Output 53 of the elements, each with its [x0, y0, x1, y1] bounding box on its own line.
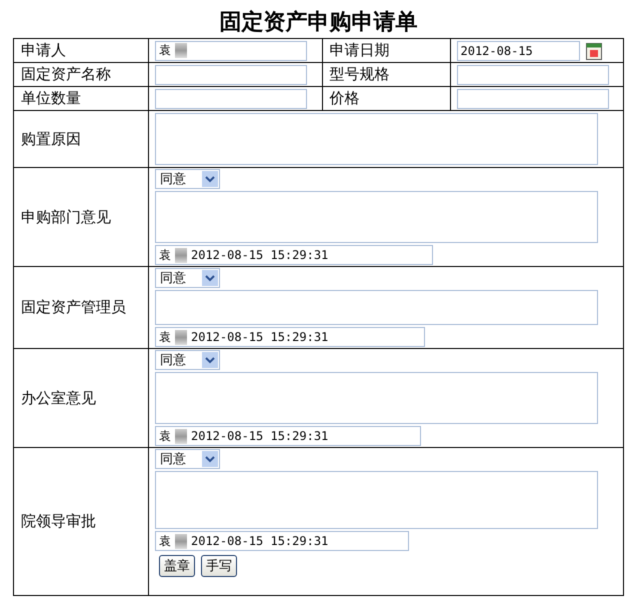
chevron-icon — [202, 171, 218, 187]
input-field[interactable] — [456, 64, 608, 84]
reason-field[interactable] — [155, 113, 598, 165]
sign-time: 2012-08-15 15:29:31 — [191, 330, 328, 344]
comment-field[interactable] — [155, 471, 598, 529]
signer-name: 袁 — [159, 532, 171, 550]
comment-field[interactable] — [155, 290, 598, 325]
sign-time: 2012-08-15 15:29:31 — [191, 534, 328, 548]
field-label: 购置原因 — [14, 110, 148, 168]
field-value: 2012-08-15 — [460, 44, 533, 58]
comment-field[interactable] — [155, 372, 598, 424]
opinion-dropdown[interactable]: 同意 — [155, 169, 220, 189]
field-label: 申购部门意见 — [14, 168, 148, 266]
input-field[interactable]: 2012-08-15 — [456, 40, 580, 60]
redaction-mark — [175, 534, 187, 548]
opinion-dropdown[interactable]: 同意 — [155, 449, 220, 469]
comment-field[interactable] — [155, 191, 598, 243]
field-value: 袁 — [159, 42, 171, 59]
input-field[interactable] — [456, 88, 608, 108]
opinion-dropdown[interactable]: 同意 — [155, 268, 220, 288]
redaction-mark — [175, 43, 187, 58]
field-label: 申请人 — [14, 38, 148, 62]
input-field[interactable] — [155, 64, 307, 84]
form-title: 固定资产申购申请单 — [218, 8, 418, 36]
action-button[interactable]: 盖章 — [159, 555, 195, 577]
signer-name: 袁 — [159, 246, 171, 264]
calendar-icon[interactable] — [586, 42, 602, 60]
signer-name: 袁 — [159, 328, 171, 346]
input-field[interactable] — [155, 88, 307, 108]
signature-field[interactable]: 袁 2012-08-15 15:29:31 — [155, 327, 425, 347]
signature-field[interactable]: 袁 2012-08-15 15:29:31 — [155, 426, 421, 446]
field-label: 院领导审批 — [14, 448, 148, 596]
chevron-icon — [202, 270, 218, 286]
sign-time: 2012-08-15 15:29:31 — [191, 429, 328, 443]
redaction-mark — [175, 428, 187, 444]
action-button[interactable]: 手写 — [201, 555, 237, 577]
field-label: 办公室意见 — [14, 348, 148, 448]
signature-field[interactable]: 袁 2012-08-15 15:29:31 — [155, 245, 433, 265]
chevron-icon — [202, 451, 218, 467]
redaction-mark — [175, 330, 187, 344]
opinion-dropdown[interactable]: 同意 — [155, 350, 220, 370]
field-label: 单位数量 — [14, 86, 148, 110]
field-label: 价格 — [322, 86, 450, 110]
field-label: 型号规格 — [322, 62, 450, 86]
sign-time: 2012-08-15 15:29:31 — [191, 248, 328, 262]
redaction-mark — [175, 248, 187, 262]
field-label: 申请日期 — [322, 38, 450, 62]
signature-field[interactable]: 袁 2012-08-15 15:29:31 — [155, 531, 409, 551]
signer-name: 袁 — [159, 428, 171, 444]
chevron-icon — [202, 352, 218, 368]
field-label: 固定资产名称 — [14, 62, 148, 86]
input-field[interactable]: 袁 — [155, 40, 307, 60]
field-label: 固定资产管理员 — [14, 266, 148, 348]
